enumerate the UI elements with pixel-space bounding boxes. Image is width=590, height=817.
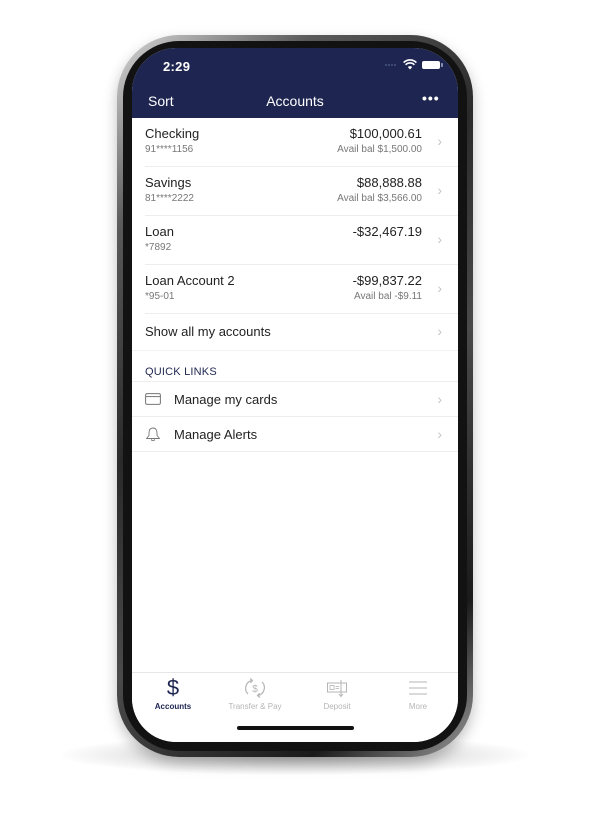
chevron-right-icon: › bbox=[437, 323, 442, 339]
tab-accounts[interactable]: $ Accounts bbox=[138, 677, 208, 717]
tab-label: Accounts bbox=[154, 702, 192, 711]
tab-deposit[interactable]: Deposit bbox=[302, 677, 372, 717]
status-time: 2:29 bbox=[163, 59, 191, 74]
page-title: Accounts bbox=[266, 93, 324, 109]
transfer-pay-icon: $ bbox=[245, 678, 265, 698]
tab-more[interactable]: More bbox=[383, 677, 453, 717]
more-options-button[interactable]: ••• bbox=[422, 90, 440, 106]
cellular-signal-icon bbox=[385, 64, 399, 67]
account-name: Savings bbox=[145, 175, 192, 190]
account-number: 81****2222 bbox=[145, 193, 194, 204]
chevron-right-icon: › bbox=[437, 182, 442, 198]
home-indicator[interactable] bbox=[237, 726, 354, 730]
phone-screen: 2:29 Sort Accounts ••• Checking 91****11… bbox=[132, 48, 458, 742]
accounts-list: Checking 91****1156 $100,000.61 Avail ba… bbox=[132, 118, 458, 452]
tab-transfer-pay[interactable]: $ Transfer & Pay bbox=[220, 677, 290, 717]
dollar-icon: $ bbox=[166, 675, 180, 700]
tab-label: More bbox=[408, 702, 428, 711]
account-balance: $100,000.61 bbox=[349, 126, 422, 141]
account-number: *95-01 bbox=[145, 291, 175, 302]
account-row-savings[interactable]: Savings 81****2222 $88,888.88 Avail bal … bbox=[145, 167, 458, 216]
available-balance: Avail bal -$9.11 bbox=[353, 291, 422, 302]
show-all-accounts-link[interactable]: Show all my accounts › bbox=[145, 314, 458, 350]
chevron-right-icon: › bbox=[437, 280, 442, 296]
account-balance: -$99,837.22 bbox=[352, 273, 422, 288]
credit-card-icon bbox=[145, 393, 161, 405]
account-balance: -$32,467.19 bbox=[352, 224, 422, 239]
quick-link-label: Manage my cards bbox=[174, 392, 278, 407]
available-balance: Avail bal $3,566.00 bbox=[337, 193, 422, 204]
account-row-loan[interactable]: Loan *7892 -$32,467.19 › bbox=[145, 216, 458, 265]
available-balance: Avail bal $1,500.00 bbox=[337, 144, 422, 155]
quick-links-title: QUICK LINKS bbox=[145, 366, 217, 378]
account-name: Loan bbox=[145, 224, 174, 239]
chevron-right-icon: › bbox=[437, 391, 442, 407]
quick-links-header: QUICK LINKS bbox=[132, 362, 458, 382]
account-name: Loan Account 2 bbox=[145, 273, 235, 288]
quick-link-label: Manage Alerts bbox=[174, 427, 258, 442]
chevron-right-icon: › bbox=[437, 231, 442, 247]
svg-text:$: $ bbox=[252, 684, 258, 695]
tab-label: Transfer & Pay bbox=[228, 702, 282, 711]
bottom-tab-bar: $ Accounts $ Transfer & Pay Deposit More bbox=[132, 672, 458, 742]
battery-icon bbox=[422, 61, 443, 69]
account-row-loan-account-2[interactable]: Loan Account 2 *95-01 -$99,837.22 Avail … bbox=[145, 265, 458, 314]
wifi-icon bbox=[403, 59, 417, 70]
bell-icon bbox=[146, 427, 160, 441]
account-number: 91****1156 bbox=[145, 144, 194, 155]
chevron-right-icon: › bbox=[437, 426, 442, 442]
quick-link-manage-alerts[interactable]: Manage Alerts › bbox=[132, 417, 458, 452]
chevron-right-icon: › bbox=[437, 133, 442, 149]
account-balance: $88,888.88 bbox=[356, 175, 422, 190]
tab-label: Deposit bbox=[323, 702, 351, 711]
account-number: *7892 bbox=[145, 242, 172, 253]
deposit-check-icon bbox=[327, 680, 347, 698]
navigation-bar: Sort Accounts ••• bbox=[132, 84, 458, 118]
status-bar: 2:29 bbox=[132, 48, 458, 84]
account-row-checking[interactable]: Checking 91****1156 $100,000.61 Avail ba… bbox=[145, 118, 458, 167]
quick-link-manage-cards[interactable]: Manage my cards › bbox=[132, 382, 458, 417]
account-name: Checking bbox=[145, 126, 200, 141]
show-all-accounts-label: Show all my accounts bbox=[145, 324, 271, 339]
hamburger-menu-icon bbox=[409, 681, 427, 695]
section-divider bbox=[132, 350, 458, 362]
